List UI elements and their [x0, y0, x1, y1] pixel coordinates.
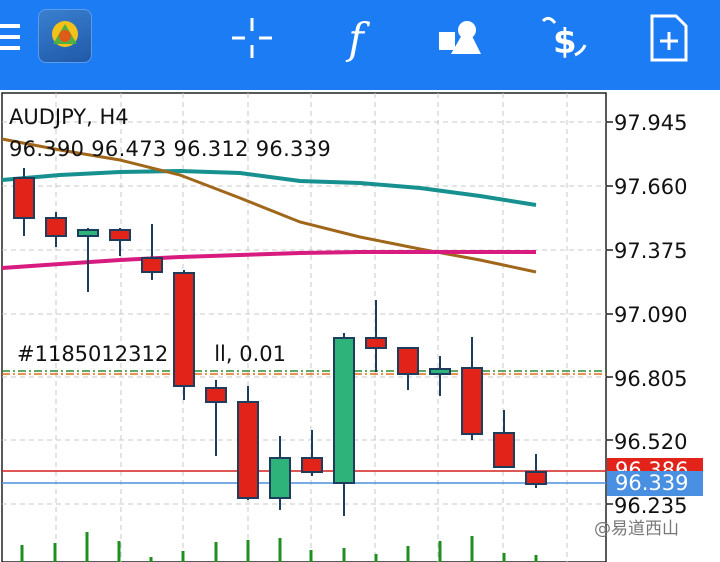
price-axis-label: 97.945 [614, 111, 688, 135]
order-details: ll, 0.01 [214, 342, 286, 366]
price-axis-label: 97.660 [614, 175, 688, 199]
trade-icon[interactable]: $ [538, 13, 590, 63]
crosshair-icon[interactable] [226, 13, 278, 63]
ask-price-badge: 96.339 [607, 471, 703, 496]
order-id: #1185012312 [17, 342, 169, 366]
objects-icon[interactable] [434, 13, 486, 63]
ohlc-readout: 96.390 96.473 96.312 96.339 [9, 137, 332, 161]
price-axis-label: 97.375 [614, 239, 688, 263]
watermark: @易道西山 [594, 519, 679, 539]
top-toolbar: f $ [0, 0, 720, 90]
new-order-icon[interactable] [642, 13, 694, 63]
order-line-label: #1185012312 ll, 0.01 [17, 342, 286, 366]
svg-text:$: $ [553, 22, 577, 61]
price-axis-label: 96.805 [614, 367, 688, 391]
price-axis-label: 97.090 [614, 303, 688, 327]
indicators-icon[interactable]: f [330, 13, 382, 63]
app-logo-icon[interactable] [38, 9, 92, 63]
symbol-timeframe: AUDJPY, H4 [9, 105, 129, 129]
price-axis-label: 96.520 [614, 430, 688, 454]
menu-icon[interactable] [0, 22, 22, 52]
